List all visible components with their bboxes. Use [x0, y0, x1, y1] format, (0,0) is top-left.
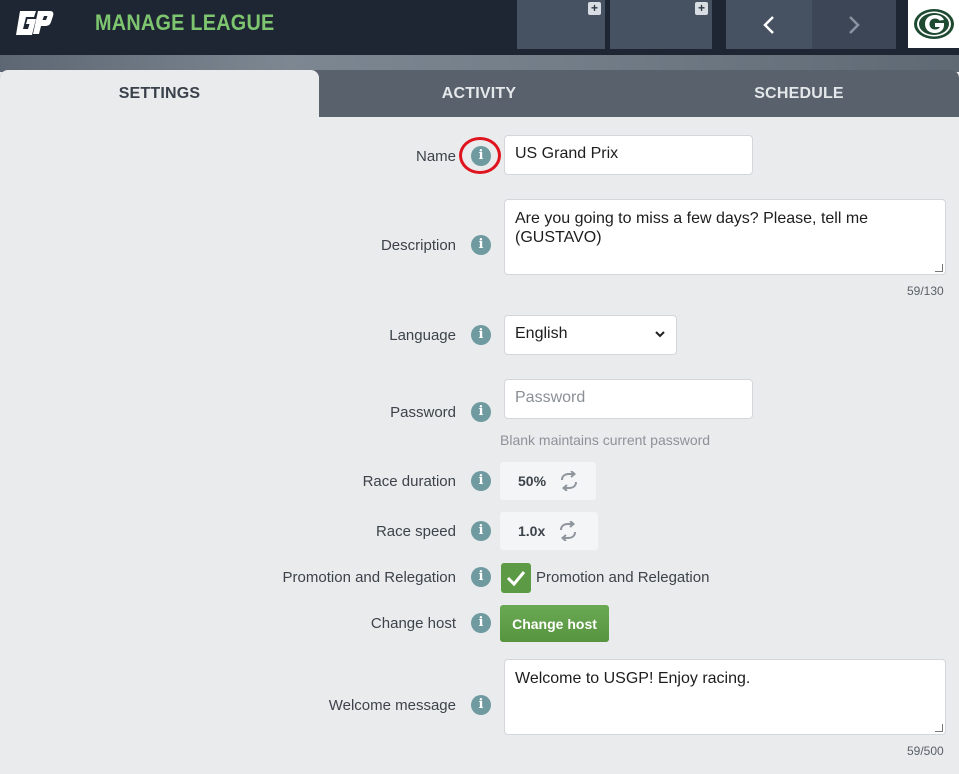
password-hint: Blank maintains current password	[500, 432, 711, 448]
language-select[interactable]: English	[504, 315, 677, 355]
resize-handle[interactable]	[935, 264, 943, 272]
info-icon[interactable]: i	[471, 695, 491, 715]
welcome-counter: 59/500	[907, 744, 944, 758]
password-input[interactable]: Password	[504, 379, 753, 419]
tab-schedule[interactable]: SCHEDULE	[639, 70, 959, 117]
password-placeholder: Password	[515, 389, 586, 406]
welcome-text: Welcome to USGP! Enjoy racing.	[515, 670, 751, 687]
info-icon[interactable]: i	[471, 613, 491, 633]
language-value: English	[515, 325, 568, 342]
promotion-checkbox[interactable]	[501, 563, 531, 593]
welcome-textarea[interactable]: Welcome to USGP! Enjoy racing.	[504, 659, 946, 735]
prev-button[interactable]	[726, 0, 812, 49]
checkmark-icon	[506, 571, 526, 587]
description-text: Are you going to miss a few days? Please…	[515, 210, 869, 246]
name-input[interactable]: US Grand Prix	[504, 135, 753, 175]
tab-bar: SETTINGS ACTIVITY SCHEDULE	[0, 70, 959, 117]
race-speed-toggle[interactable]: 1.0x	[500, 512, 598, 550]
race-speed-value: 1.0x	[518, 523, 546, 539]
chevron-right-icon	[849, 15, 860, 34]
password-label: Password	[390, 404, 456, 421]
top-bar: MANAGE LEAGUE + +	[0, 0, 959, 55]
plus-icon[interactable]: +	[695, 2, 708, 15]
promotion-label: Promotion and Relegation	[282, 569, 456, 586]
packers-g-icon	[913, 9, 954, 39]
race-duration-toggle[interactable]: 50%	[500, 462, 596, 500]
resize-handle[interactable]	[935, 724, 943, 732]
promotion-checkbox-label[interactable]: Promotion and Relegation	[536, 569, 709, 586]
description-label: Description	[380, 237, 456, 254]
page-title: MANAGE LEAGUE	[95, 10, 275, 35]
chevron-down-icon	[655, 331, 665, 338]
info-icon[interactable]: i	[471, 235, 491, 255]
race-duration-label: Race duration	[362, 473, 456, 490]
tab-activity[interactable]: ACTIVITY	[319, 70, 639, 117]
language-label: Language	[389, 327, 456, 344]
info-icon[interactable]: i	[471, 471, 491, 491]
highlight-circle	[459, 137, 501, 174]
gp-logo-icon[interactable]	[14, 7, 54, 39]
change-host-label: Change host	[370, 615, 456, 632]
plus-icon[interactable]: +	[588, 2, 601, 15]
next-button[interactable]	[812, 0, 896, 49]
race-duration-value: 50%	[518, 473, 547, 489]
tab-settings[interactable]: SETTINGS	[0, 70, 319, 117]
chevron-left-icon	[763, 15, 774, 34]
info-icon[interactable]: i	[471, 567, 491, 587]
team-badge[interactable]	[908, 0, 959, 48]
slot-2[interactable]: +	[610, 0, 712, 49]
info-icon[interactable]: i	[471, 402, 491, 422]
change-host-button[interactable]: Change host	[500, 605, 609, 642]
race-speed-label: Race speed	[375, 523, 456, 540]
description-textarea[interactable]: Are you going to miss a few days? Please…	[504, 199, 946, 275]
refresh-icon	[561, 471, 578, 491]
refresh-icon	[560, 521, 577, 541]
info-icon[interactable]: i	[471, 325, 491, 345]
info-icon[interactable]: i	[471, 521, 491, 541]
slot-1[interactable]: +	[517, 0, 605, 49]
description-counter: 59/130	[907, 284, 944, 298]
welcome-label: Welcome message	[328, 697, 456, 714]
name-label: Name	[415, 148, 456, 165]
